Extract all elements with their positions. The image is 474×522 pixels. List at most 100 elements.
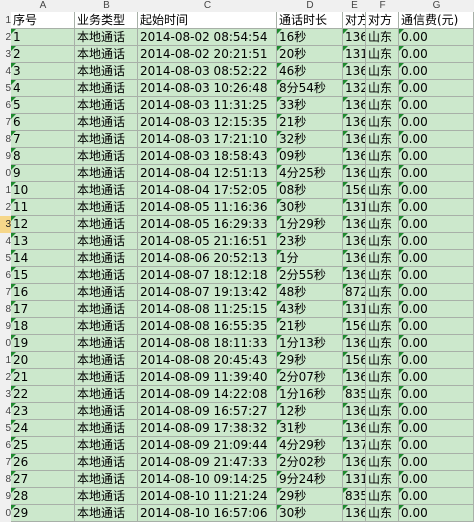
cell-g[interactable]: 0.00 xyxy=(399,250,474,267)
cell-c[interactable]: 2014-08-03 10:26:48 xyxy=(138,80,277,97)
cell-g[interactable]: 0.00 xyxy=(399,267,474,284)
cell-f[interactable]: 山东 xyxy=(366,437,399,454)
row-number[interactable]: 3 xyxy=(0,386,11,403)
cell-c[interactable]: 2014-08-08 16:55:35 xyxy=(138,318,277,335)
cell-c[interactable]: 2014-08-05 11:16:36 xyxy=(138,199,277,216)
cell-c[interactable]: 2014-08-03 11:31:25 xyxy=(138,97,277,114)
cell-b[interactable]: 本地通话 xyxy=(75,267,138,284)
cell-b[interactable]: 本地通话 xyxy=(75,403,138,420)
cell-d[interactable]: 1分16秒 xyxy=(277,386,343,403)
cell-g[interactable]: 0.00 xyxy=(399,216,474,233)
cell-a[interactable]: 7 xyxy=(11,131,75,148)
row-number[interactable]: 0 xyxy=(0,335,11,352)
cell-f[interactable]: 山东 xyxy=(366,420,399,437)
cell-b[interactable]: 本地通话 xyxy=(75,165,138,182)
cell-a[interactable]: 9 xyxy=(11,165,75,182)
cell-e[interactable]: 131 xyxy=(343,301,366,318)
cell-a[interactable]: 19 xyxy=(11,335,75,352)
cell-c[interactable]: 2014-08-04 17:52:05 xyxy=(138,182,277,199)
cell-d[interactable]: 43秒 xyxy=(277,301,343,318)
cell-e[interactable]: 136 xyxy=(343,131,366,148)
cell-a[interactable]: 10 xyxy=(11,182,75,199)
cell-a[interactable]: 3 xyxy=(11,63,75,80)
cell-e[interactable]: 137 xyxy=(343,437,366,454)
cell-a[interactable]: 21 xyxy=(11,369,75,386)
cell-e[interactable]: 136 xyxy=(343,403,366,420)
cell-f[interactable]: 山东 xyxy=(366,284,399,301)
cell-d[interactable]: 1分 xyxy=(277,250,343,267)
cell-c[interactable]: 2014-08-03 12:15:35 xyxy=(138,114,277,131)
cell-b[interactable]: 本地通话 xyxy=(75,233,138,250)
cell-a[interactable]: 12 xyxy=(11,216,75,233)
cell-g[interactable]: 0.00 xyxy=(399,335,474,352)
cell-c[interactable]: 2014-08-08 11:25:15 xyxy=(138,301,277,318)
row-number[interactable]: 9 xyxy=(0,148,11,165)
cell-g[interactable]: 0.00 xyxy=(399,386,474,403)
cell-f[interactable]: 山东 xyxy=(366,199,399,216)
cell-b[interactable]: 本地通话 xyxy=(75,182,138,199)
cell-e[interactable]: 156 xyxy=(343,182,366,199)
cell-d[interactable]: 12秒 xyxy=(277,403,343,420)
cell-d[interactable]: 1分13秒 xyxy=(277,335,343,352)
cell-f[interactable]: 山东 xyxy=(366,165,399,182)
cell-a[interactable]: 15 xyxy=(11,267,75,284)
row-number[interactable]: 5 xyxy=(0,250,11,267)
cell-d[interactable]: 2分02秒 xyxy=(277,454,343,471)
cell-d[interactable]: 20秒 xyxy=(277,46,343,63)
cell-g[interactable]: 0.00 xyxy=(399,114,474,131)
cell-e[interactable]: 136 xyxy=(343,216,366,233)
column-header-e[interactable]: E xyxy=(343,0,366,12)
cell-b[interactable]: 本地通话 xyxy=(75,386,138,403)
cell-c[interactable]: 2014-08-07 19:13:42 xyxy=(138,284,277,301)
cell-g[interactable]: 0.00 xyxy=(399,233,474,250)
cell-b[interactable]: 本地通话 xyxy=(75,318,138,335)
cell-g[interactable]: 0.00 xyxy=(399,63,474,80)
cell-d[interactable]: 33秒 xyxy=(277,97,343,114)
cell-c[interactable]: 2014-08-10 16:57:06 xyxy=(138,505,277,522)
cell-g[interactable]: 0.00 xyxy=(399,403,474,420)
cell-b[interactable]: 本地通话 xyxy=(75,131,138,148)
cell-f[interactable]: 山东 xyxy=(366,301,399,318)
cell-f[interactable]: 山东 xyxy=(366,403,399,420)
cell-b[interactable]: 本地通话 xyxy=(75,216,138,233)
cell-c[interactable]: 2014-08-03 17:21:10 xyxy=(138,131,277,148)
cell-e[interactable]: 136 xyxy=(343,420,366,437)
column-header-a[interactable]: A xyxy=(11,0,75,12)
cell-b[interactable]: 本地通话 xyxy=(75,199,138,216)
row-number[interactable]: 6 xyxy=(0,437,11,454)
row-number[interactable]: 7 xyxy=(0,454,11,471)
column-header-g[interactable]: G xyxy=(399,0,474,12)
cell-a[interactable]: 11 xyxy=(11,199,75,216)
cell-b[interactable]: 本地通话 xyxy=(75,454,138,471)
row-number[interactable]: 4 xyxy=(0,233,11,250)
cell-d[interactable]: 09秒 xyxy=(277,148,343,165)
cell-a[interactable]: 6 xyxy=(11,114,75,131)
cell-e[interactable]: 835 xyxy=(343,386,366,403)
cell-f[interactable]: 山东 xyxy=(366,46,399,63)
cell-c[interactable]: 2014-08-02 20:21:51 xyxy=(138,46,277,63)
cell-e[interactable]: 136 xyxy=(343,165,366,182)
cell-g[interactable]: 0.00 xyxy=(399,284,474,301)
row-number[interactable]: 6 xyxy=(0,97,11,114)
cell-d[interactable]: 48秒 xyxy=(277,284,343,301)
header-cell-e[interactable]: 对方 xyxy=(343,12,366,29)
cell-a[interactable]: 2 xyxy=(11,46,75,63)
cell-g[interactable]: 0.00 xyxy=(399,437,474,454)
cell-g[interactable]: 0.00 xyxy=(399,131,474,148)
cell-f[interactable]: 山东 xyxy=(366,148,399,165)
cell-a[interactable]: 8 xyxy=(11,148,75,165)
row-number[interactable]: 5 xyxy=(0,80,11,97)
header-cell-b[interactable]: 业务类型 xyxy=(75,12,138,29)
cell-g[interactable]: 0.00 xyxy=(399,80,474,97)
cell-e[interactable]: 136 xyxy=(343,148,366,165)
cell-f[interactable]: 山东 xyxy=(366,505,399,522)
row-number[interactable]: 9 xyxy=(0,488,11,505)
cell-c[interactable]: 2014-08-05 16:29:33 xyxy=(138,216,277,233)
cell-a[interactable]: 24 xyxy=(11,420,75,437)
cell-a[interactable]: 14 xyxy=(11,250,75,267)
cell-g[interactable]: 0.00 xyxy=(399,488,474,505)
cell-g[interactable]: 0.00 xyxy=(399,97,474,114)
cell-a[interactable]: 1 xyxy=(11,29,75,46)
cell-c[interactable]: 2014-08-08 20:45:43 xyxy=(138,352,277,369)
cell-f[interactable]: 山东 xyxy=(366,267,399,284)
